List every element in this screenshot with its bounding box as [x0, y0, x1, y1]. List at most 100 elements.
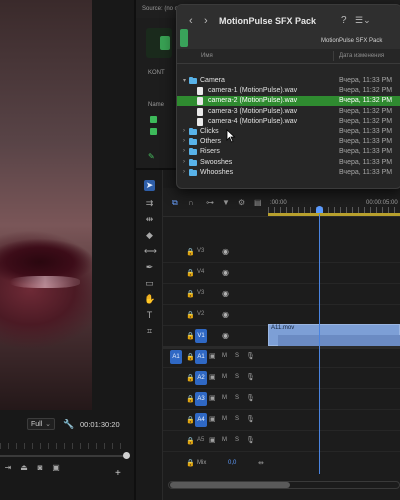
- lock-icon[interactable]: 🔒: [186, 353, 195, 361]
- track-target[interactable]: A2: [195, 371, 207, 385]
- disclosure-closed-icon[interactable]: ›: [183, 159, 185, 165]
- lock-icon[interactable]: 🔒: [186, 374, 195, 382]
- rectangle-icon[interactable]: ▭: [144, 278, 155, 289]
- forward-icon[interactable]: ›: [204, 15, 208, 27]
- mic-icon[interactable]: 🎙: [246, 436, 255, 444]
- lock-icon[interactable]: 🔒: [186, 290, 195, 298]
- folder-row[interactable]: › Others Вчера, 11:33 PM: [177, 137, 400, 147]
- folder-row[interactable]: › Whooshes Вчера, 11:33 PM: [177, 168, 400, 178]
- insert-icon[interactable]: ⇥: [2, 462, 14, 474]
- disclosure-closed-icon[interactable]: ›: [183, 169, 185, 175]
- disclosure-closed-icon[interactable]: ›: [183, 148, 185, 154]
- mute-button[interactable]: M: [222, 374, 227, 380]
- sync-lock-icon[interactable]: ▣: [209, 352, 216, 360]
- column-separator[interactable]: [333, 51, 334, 61]
- mute-button[interactable]: M: [222, 353, 227, 359]
- pen-tool-icon[interactable]: ✒: [144, 262, 155, 273]
- mic-icon[interactable]: 🎙: [246, 394, 255, 402]
- eye-icon[interactable]: ◉: [222, 268, 229, 277]
- mute-button[interactable]: M: [222, 416, 227, 422]
- folder-row[interactable]: › Clicks Вчера, 11:33 PM: [177, 127, 400, 137]
- wrench-icon[interactable]: ⚙: [238, 198, 245, 207]
- file-row[interactable]: camera-1 (MotionPulse).wav Вчера, 11:32 P…: [177, 86, 400, 96]
- folder-row[interactable]: › Swooshes Вчера, 11:33 PM: [177, 158, 400, 168]
- column-date-header[interactable]: Дата изменения: [339, 53, 384, 59]
- file-row[interactable]: camera-3 (MotionPulse).wav Вчера, 11:32 P…: [177, 107, 400, 117]
- playhead[interactable]: [319, 214, 320, 474]
- mute-button[interactable]: M: [222, 395, 227, 401]
- mic-icon[interactable]: 🎙: [246, 373, 255, 381]
- compare-icon[interactable]: ▣: [50, 462, 62, 474]
- wrench-icon[interactable]: 🔧: [63, 419, 74, 430]
- disclosure-closed-icon[interactable]: ›: [183, 138, 185, 144]
- eye-icon[interactable]: ◉: [222, 289, 229, 298]
- disclosure-open-icon[interactable]: ▾: [183, 77, 186, 84]
- label-color-swatch[interactable]: [150, 128, 157, 135]
- solo-button[interactable]: S: [235, 437, 239, 443]
- ripple-edit-icon[interactable]: ⇹: [144, 214, 155, 225]
- mix-value[interactable]: 0,0: [228, 460, 236, 466]
- track-select-icon[interactable]: ⇉: [144, 198, 155, 209]
- mic-icon[interactable]: 🎙: [246, 352, 255, 360]
- list-view-icon[interactable]: ☰⌄: [355, 15, 371, 26]
- file-row[interactable]: camera-2 (MotionPulse).wav Вчера, 11:32 P…: [177, 96, 400, 107]
- help-icon[interactable]: ?: [341, 15, 347, 26]
- lock-icon[interactable]: 🔒: [186, 269, 195, 277]
- pen-icon[interactable]: ✎: [148, 152, 155, 161]
- camera-icon[interactable]: ◙: [34, 462, 46, 474]
- captions-toggle-icon[interactable]: ▤: [254, 198, 262, 207]
- slip-icon[interactable]: ⟷: [144, 246, 157, 257]
- zoom-select[interactable]: Full ⌄: [27, 418, 55, 430]
- lock-icon[interactable]: 🔒: [186, 416, 195, 424]
- timeline-scroll-handle[interactable]: [170, 482, 290, 488]
- folder-row[interactable]: ▾ Camera Вчера, 11:33 PM: [177, 76, 400, 86]
- solo-button[interactable]: S: [235, 353, 239, 359]
- selection-tool-icon[interactable]: ➤: [144, 180, 155, 191]
- mix-arrows-icon[interactable]: ⇹: [258, 459, 264, 467]
- back-icon[interactable]: ‹: [189, 15, 193, 27]
- solo-button[interactable]: S: [235, 374, 239, 380]
- razor-icon[interactable]: ◆: [144, 230, 155, 241]
- sync-lock-icon[interactable]: ▣: [209, 436, 216, 444]
- mute-button[interactable]: M: [222, 437, 227, 443]
- hand-icon[interactable]: ✋: [144, 294, 155, 305]
- sync-lock-icon[interactable]: ▣: [209, 373, 216, 381]
- audio-meter-toggle[interactable]: [146, 28, 172, 58]
- label-color-swatch[interactable]: [150, 116, 157, 123]
- monitor-scrubber[interactable]: [0, 455, 128, 457]
- snap-icon[interactable]: ∩: [188, 198, 194, 207]
- scrubber-handle[interactable]: [123, 452, 130, 459]
- mic-icon[interactable]: 🎙: [246, 415, 255, 423]
- linked-selection-icon[interactable]: ⊶: [206, 198, 214, 207]
- sync-lock-icon[interactable]: ▣: [209, 415, 216, 423]
- eye-icon[interactable]: ◉: [222, 331, 229, 340]
- track-target[interactable]: A3: [195, 392, 207, 406]
- lock-icon[interactable]: 🔒: [186, 395, 195, 403]
- eye-icon[interactable]: ◉: [222, 247, 229, 256]
- eye-icon[interactable]: ◉: [222, 310, 229, 319]
- item-name: camera-1 (MotionPulse).wav: [208, 87, 298, 95]
- lock-icon[interactable]: 🔒: [186, 459, 195, 467]
- column-name-header[interactable]: Имя: [201, 53, 213, 59]
- caption-icon[interactable]: ⌗: [144, 326, 155, 337]
- track-target[interactable]: A4: [195, 413, 207, 427]
- marker-icon[interactable]: ▼: [222, 198, 230, 207]
- lock-icon[interactable]: 🔒: [186, 248, 195, 256]
- folder-row[interactable]: › Risers Вчера, 11:33 PM: [177, 147, 400, 157]
- add-button[interactable]: +: [115, 468, 121, 479]
- lock-icon[interactable]: 🔒: [186, 311, 195, 319]
- work-area-bar[interactable]: [268, 213, 400, 216]
- lock-icon[interactable]: 🔒: [186, 437, 195, 445]
- playhead-handle[interactable]: [316, 206, 323, 213]
- solo-button[interactable]: S: [235, 395, 239, 401]
- type-icon[interactable]: T: [144, 310, 155, 321]
- track-target[interactable]: A1: [195, 350, 207, 364]
- lift-icon[interactable]: ⏏: [18, 462, 30, 474]
- track-target-v1[interactable]: V1: [195, 329, 207, 343]
- nest-icon[interactable]: ⧉: [172, 198, 178, 208]
- lock-icon[interactable]: 🔒: [186, 332, 195, 340]
- sync-lock-icon[interactable]: ▣: [209, 394, 216, 402]
- file-row[interactable]: camera-4 (MotionPulse).wav Вчера, 11:32 P…: [177, 117, 400, 127]
- disclosure-closed-icon[interactable]: ›: [183, 128, 185, 134]
- solo-button[interactable]: S: [235, 416, 239, 422]
